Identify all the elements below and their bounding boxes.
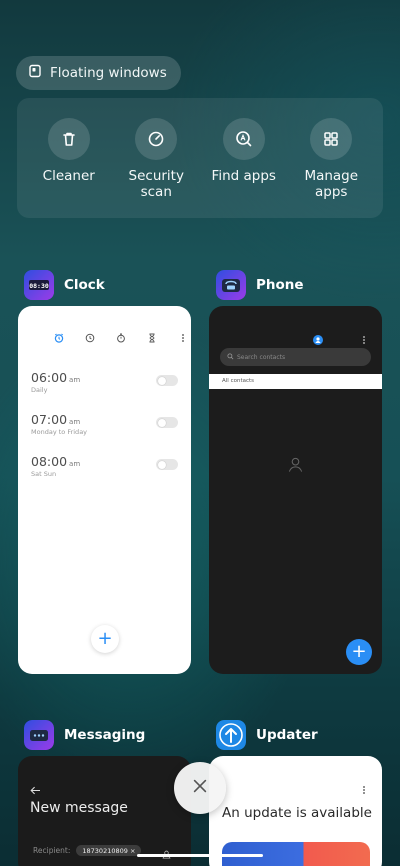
recipient-label: Recipient: — [33, 846, 71, 855]
new-message-title: New message — [30, 800, 128, 816]
alarm-ampm: am — [69, 418, 81, 426]
messaging-app-icon — [24, 720, 54, 750]
contacts-tab-icon[interactable] — [313, 330, 323, 345]
alarm-toggle[interactable] — [156, 417, 178, 428]
add-alarm-button[interactable]: + — [91, 625, 119, 653]
back-arrow-icon[interactable] — [30, 780, 41, 799]
contacts-search-input[interactable]: Search contacts — [220, 348, 371, 366]
messaging-app-preview[interactable]: New message Recipient: 18730210809 × — [18, 756, 191, 866]
updater-app-name: Updater — [256, 727, 318, 743]
alarm-toggle[interactable] — [156, 459, 178, 470]
plus-icon: + — [351, 641, 367, 662]
update-available-title: An update is available — [222, 805, 372, 821]
alarm-time: 07:00 — [31, 412, 68, 427]
cleaner-button[interactable]: Cleaner — [25, 98, 113, 218]
world-clock-tab-icon[interactable] — [85, 328, 95, 343]
manage-apps-label: Manage apps — [304, 168, 359, 200]
trash-icon — [47, 118, 90, 160]
find-apps-button[interactable]: Find apps — [200, 98, 288, 218]
find-apps-label: Find apps — [211, 168, 276, 184]
person-placeholder-icon — [287, 456, 304, 477]
clock-app-preview[interactable]: 06:00 am Daily 07:00 am Monday to Friday 0… — [18, 306, 191, 674]
alarm-ampm: am — [69, 460, 81, 468]
alarm-item[interactable]: 07:00 am Monday to Friday — [31, 412, 87, 436]
more-options-icon[interactable] — [178, 328, 188, 342]
alarm-tab-icon[interactable] — [54, 328, 64, 343]
recipient-chip[interactable]: 18730210809 × — [76, 845, 142, 856]
home-indicator[interactable] — [137, 854, 263, 857]
phone-app-icon — [216, 270, 246, 300]
alarm-time: 08:00 — [31, 454, 68, 469]
close-icon — [191, 777, 209, 799]
timer-tab-icon[interactable] — [147, 328, 157, 343]
alarm-item[interactable]: 08:00 am Sat Sun — [31, 454, 80, 478]
more-options-icon[interactable] — [359, 780, 369, 799]
floating-window-icon — [28, 64, 42, 82]
grid-icon — [310, 118, 353, 160]
updater-app-header[interactable]: Updater — [216, 720, 318, 750]
alarm-repeat: Monday to Friday — [31, 428, 88, 436]
floating-windows-label: Floating windows — [50, 65, 167, 81]
updater-app-preview[interactable]: An update is available — [209, 756, 382, 866]
security-scan-button[interactable]: Security scan — [113, 98, 201, 218]
all-contacts-header: All contacts — [209, 374, 382, 389]
find-apps-icon — [222, 118, 265, 160]
add-contact-button[interactable]: + — [346, 639, 372, 665]
messaging-app-name: Messaging — [64, 727, 146, 743]
more-options-icon[interactable] — [359, 330, 369, 344]
cleaner-label: Cleaner — [42, 168, 95, 184]
manage-apps-button[interactable]: Manage apps — [288, 98, 376, 218]
alarm-repeat: Daily — [31, 386, 48, 394]
updater-app-icon — [216, 720, 246, 750]
floating-windows-button[interactable]: Floating windows — [16, 56, 181, 90]
search-icon — [227, 352, 234, 362]
all-contacts-label: All contacts — [222, 378, 255, 384]
plus-icon: + — [97, 628, 113, 649]
security-scan-icon — [135, 118, 178, 160]
security-scan-label: Security scan — [128, 168, 184, 200]
clock-toolbar — [54, 328, 188, 343]
alarm-toggle[interactable] — [156, 375, 178, 386]
clock-app-name: Clock — [64, 277, 105, 293]
search-placeholder: Search contacts — [237, 353, 286, 361]
alarm-repeat: Sat Sun — [31, 470, 57, 478]
recipient-number: 18730210809 — [82, 846, 128, 855]
phone-app-name: Phone — [256, 277, 304, 293]
alarm-time: 06:00 — [31, 370, 68, 385]
phone-app-header[interactable]: Phone — [216, 270, 304, 300]
alarm-ampm: am — [69, 376, 81, 384]
recipient-row[interactable]: Recipient: 18730210809 × — [33, 845, 142, 856]
alarm-item[interactable]: 06:00 am Daily — [31, 370, 80, 394]
messaging-app-header[interactable]: Messaging — [24, 720, 145, 750]
quick-tools-panel: Cleaner Security scan Find apps Manage a… — [17, 98, 383, 218]
clock-app-header[interactable]: 08:30 Clock — [24, 270, 105, 300]
clear-all-button[interactable] — [174, 762, 226, 814]
stopwatch-tab-icon[interactable] — [116, 328, 126, 343]
clock-app-icon: 08:30 — [24, 270, 54, 300]
phone-app-preview[interactable]: Search contacts All contacts + — [209, 306, 382, 674]
svg-text:08:30: 08:30 — [29, 282, 49, 290]
